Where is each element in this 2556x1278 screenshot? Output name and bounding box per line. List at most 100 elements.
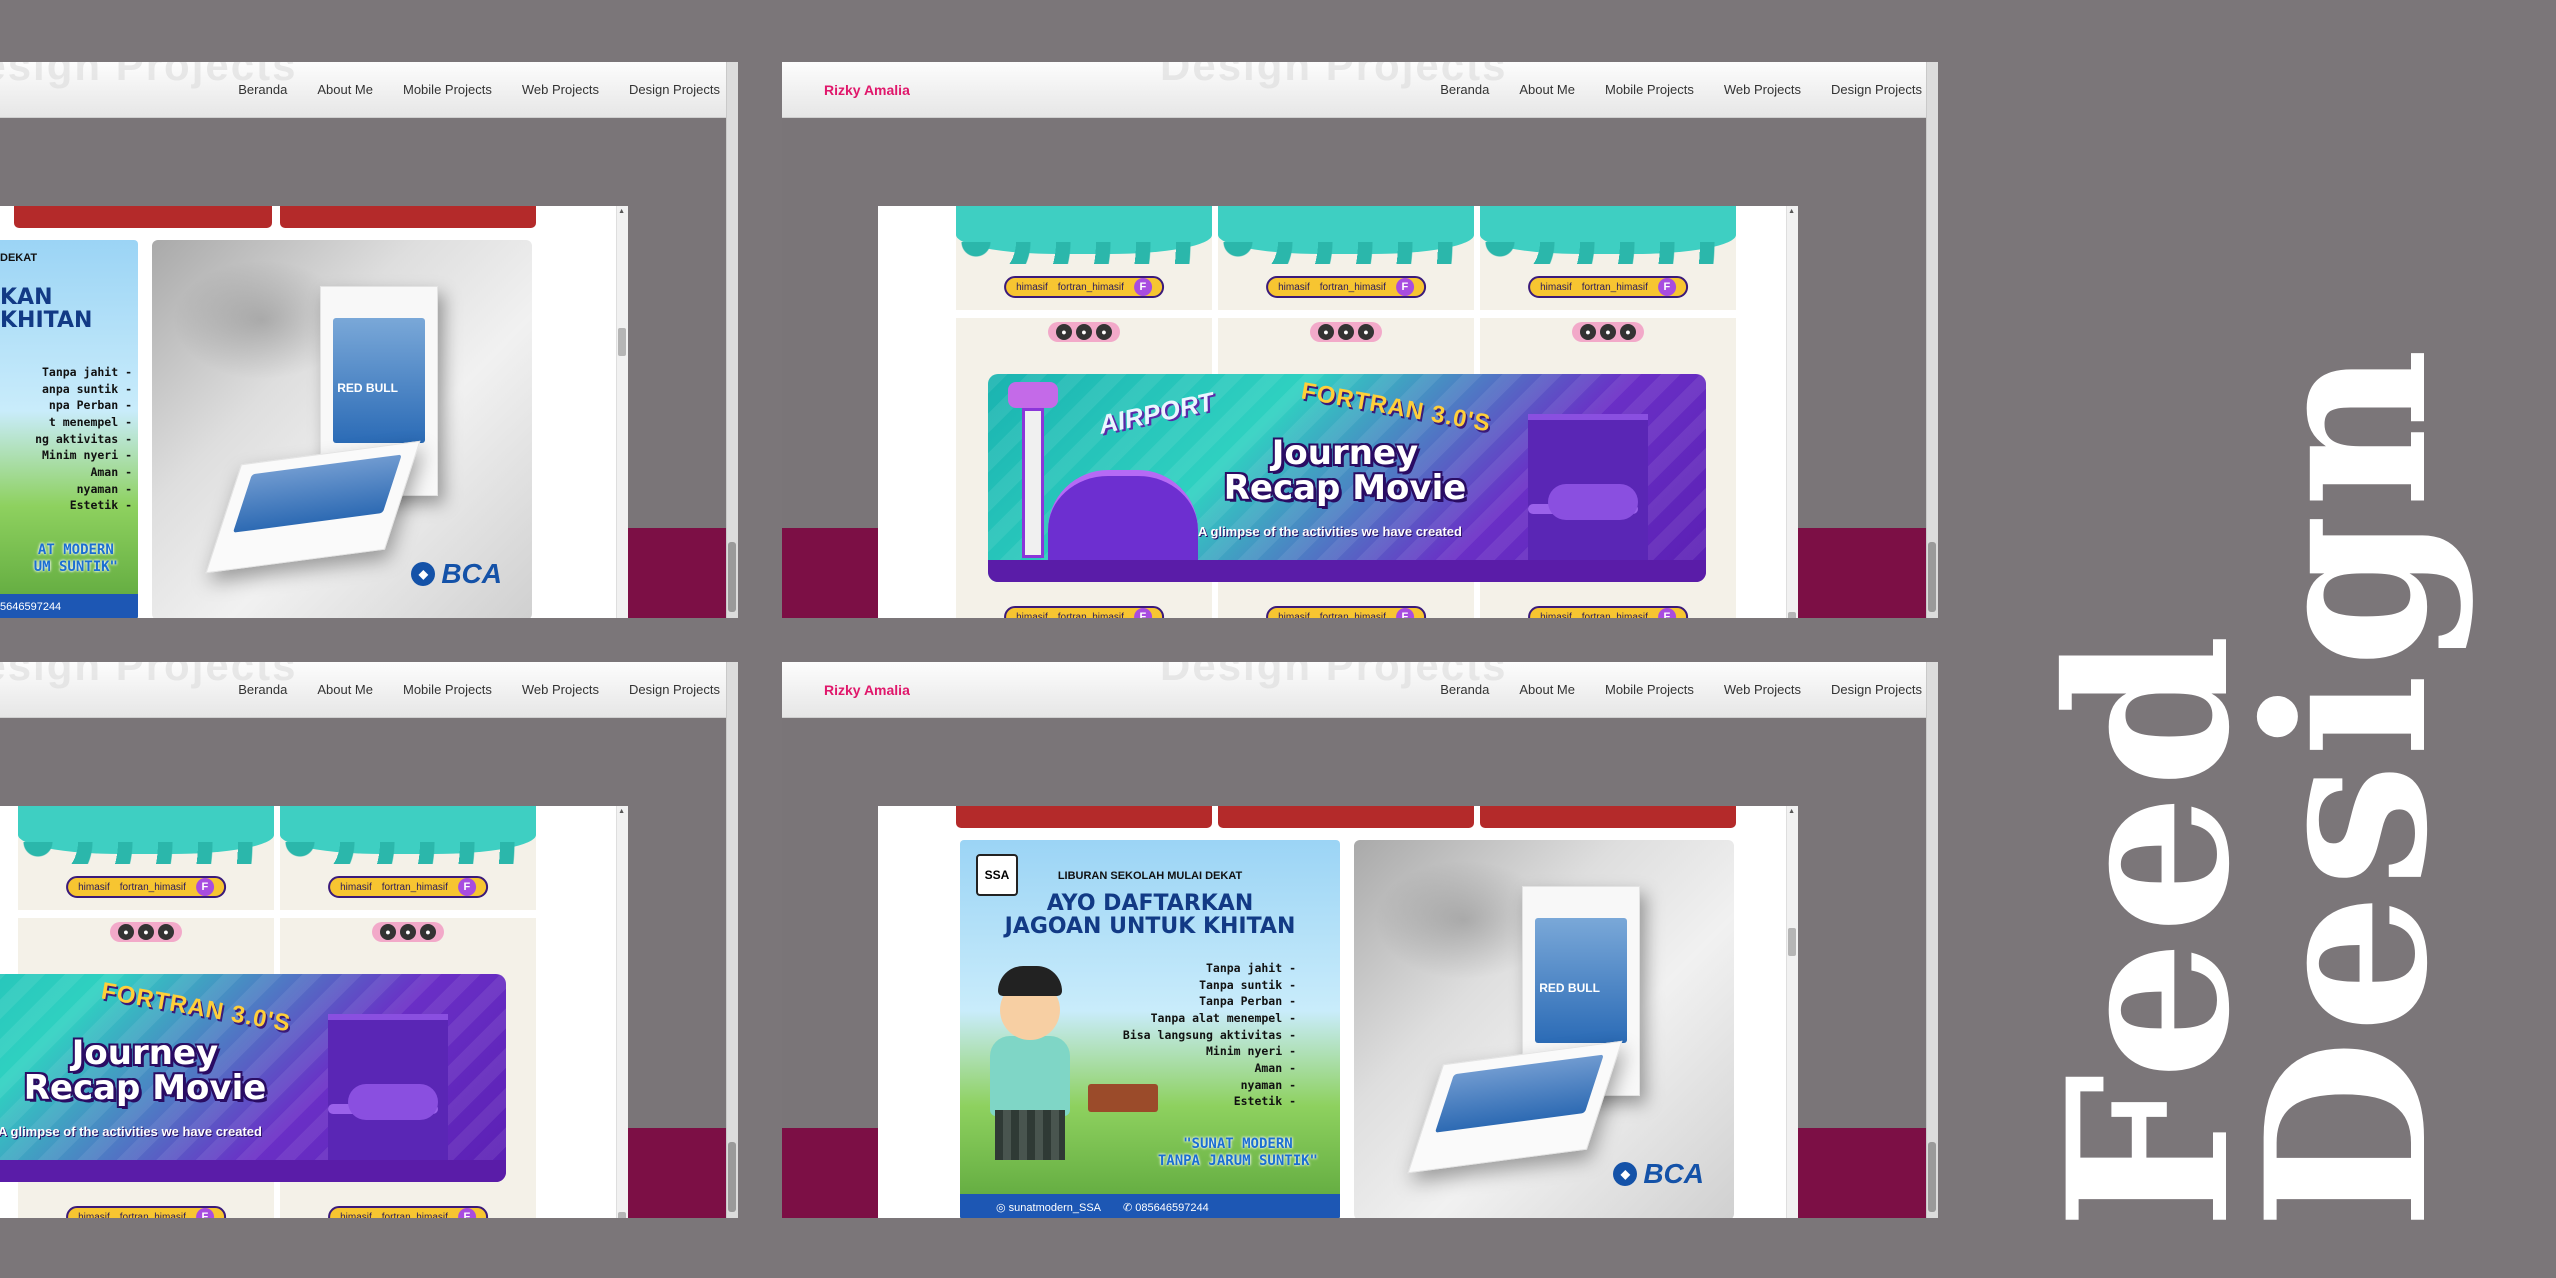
book-lying xyxy=(205,440,421,574)
nav-menu: Beranda About Me Mobile Projects Web Pro… xyxy=(1440,82,1922,97)
nav-design-projects[interactable]: Design Projects xyxy=(1831,82,1922,97)
fortran-grid: himasif fortran_himasif F himasif fortran_h… xyxy=(0,806,536,1218)
whatsapp-number: ✆ 085646597244 xyxy=(1123,1201,1209,1214)
red-tab xyxy=(956,806,1212,828)
nav-design-projects[interactable]: Design Projects xyxy=(1831,682,1922,697)
stage: SSA LIBURAN SEKOLAH MULAI DEKAT AYO DAFT… xyxy=(782,718,1938,1218)
scroll-thumb[interactable] xyxy=(618,328,626,356)
poster-footer: ◎ sunatmodern_SSA ✆ 085646597244 xyxy=(960,1194,1340,1218)
nav-beranda[interactable]: Beranda xyxy=(238,82,287,97)
frame-scrollbar[interactable]: ▲ ▼ xyxy=(616,206,628,618)
window-scroll-thumb[interactable] xyxy=(1928,1142,1936,1212)
frame-scrollbar[interactable]: ▲ ▼ xyxy=(616,806,628,1218)
window-scrollbar[interactable] xyxy=(1926,62,1938,618)
gallery-frame: DEKAT KAN KHITAN Tanpa jahit - anpa suntik… xyxy=(0,206,628,618)
nav-web-projects[interactable]: Web Projects xyxy=(1724,682,1801,697)
nav-beranda[interactable]: Beranda xyxy=(1440,682,1489,697)
nav-beranda[interactable]: Beranda xyxy=(1440,82,1489,97)
journey-title: Journey Recap Movie xyxy=(23,1033,267,1108)
nav-about-me[interactable]: About Me xyxy=(1519,682,1575,697)
nav-mobile-projects[interactable]: Mobile Projects xyxy=(1605,82,1694,97)
journey-title: Journey Recap Movie xyxy=(1223,433,1467,508)
handles-pill: himasif fortran_himasif F xyxy=(66,876,226,898)
journey-banner: FORTRAN 3.0'S Journey Recap Movie A glimp… xyxy=(0,974,506,1182)
nav-mobile-projects[interactable]: Mobile Projects xyxy=(403,82,492,97)
poster-features: Tanpa jahit - anpa suntik - npa Perban - t… xyxy=(35,365,132,513)
red-tab xyxy=(1218,806,1474,828)
nav-web-projects[interactable]: Web Projects xyxy=(522,82,599,97)
scroll-up-icon[interactable]: ▲ xyxy=(1788,808,1795,815)
title-line-design: Design xyxy=(2217,342,2476,1230)
org-logos: ● ● ● xyxy=(1572,322,1644,342)
handles-pill: himasif fortran_himasif F xyxy=(1528,276,1688,298)
org-logos: ● ● ● xyxy=(110,922,182,942)
scroll-up-icon[interactable]: ▲ xyxy=(1788,208,1795,215)
scroll-up-icon[interactable]: ▲ xyxy=(618,808,625,815)
nav-about-me[interactable]: About Me xyxy=(1519,82,1575,97)
frame-scrollbar[interactable]: ▲ ▼ xyxy=(1786,206,1798,618)
tile-top-3: himasif fortran_himasif F xyxy=(1480,206,1736,310)
nav-beranda[interactable]: Beranda xyxy=(238,682,287,697)
instagram-handle: ◎ sunatmodern_SSA xyxy=(996,1201,1101,1214)
tile-top-3: himasif fortran_himasif F xyxy=(280,806,536,910)
nav-web-projects[interactable]: Web Projects xyxy=(522,682,599,697)
navbar: Design Projects Beranda About Me Mobile … xyxy=(0,662,738,718)
scroll-thumb[interactable] xyxy=(1788,612,1796,618)
gallery-frame: himasif fortran_himasif F himasif fortran_h… xyxy=(878,206,1798,618)
journey-caption: A glimpse of the activities we have crea… xyxy=(0,1124,262,1139)
nav-mobile-projects[interactable]: Mobile Projects xyxy=(1605,682,1694,697)
poster-kicker: DEKAT xyxy=(0,252,38,264)
org-logos: ● ● ● xyxy=(1310,322,1382,342)
org-logos: ● ● ● xyxy=(1048,322,1120,342)
bca-mockup: RED BULL ◆ BCA xyxy=(152,240,532,618)
navbar: Design Projects Rizky Amalia Beranda Abo… xyxy=(782,662,1938,718)
navbar: Design Projects Rizky Amalia Beranda Abo… xyxy=(782,62,1938,118)
nav-design-projects[interactable]: Design Projects xyxy=(629,82,720,97)
brand-logo[interactable]: Rizky Amalia xyxy=(824,82,910,98)
window-scroll-thumb[interactable] xyxy=(1928,542,1936,612)
screenshot-bottom-left: Design Projects Beranda About Me Mobile … xyxy=(0,662,738,1218)
window-scrollbar[interactable] xyxy=(1926,662,1938,1218)
handles-pill: himasif fortran_himasif F xyxy=(328,876,488,898)
poster-footer: 5646597244 xyxy=(0,594,138,618)
book-lying xyxy=(1407,1040,1623,1174)
nav-mobile-projects[interactable]: Mobile Projects xyxy=(403,682,492,697)
handles-pill: himasif fortran_himasif F xyxy=(1528,606,1688,618)
handles-pill: himasif fortran_himasif F xyxy=(1004,606,1164,618)
feed-design-title: Feed Design xyxy=(2019,342,2476,1230)
khitan-poster: SSA LIBURAN SEKOLAH MULAI DEKAT AYO DAFT… xyxy=(960,840,1340,1218)
boy-illustration xyxy=(980,960,1080,1180)
nav-menu: Beranda About Me Mobile Projects Web Pro… xyxy=(238,682,720,697)
brand-logo[interactable]: Rizky Amalia xyxy=(824,682,910,698)
nav-about-me[interactable]: About Me xyxy=(317,682,373,697)
handles-pill: himasif fortran_himasif F xyxy=(328,1206,488,1218)
tile-top-2: himasif fortran_himasif F xyxy=(1218,206,1474,310)
poster-headline: AYO DAFTARKAN JAGOAN UNTUK KHITAN xyxy=(1004,891,1296,940)
journey-banner: AIRPORT FORTRAN 3.0'S Journey Recap Movie… xyxy=(988,374,1706,582)
tile-top-2: himasif fortran_himasif F xyxy=(18,806,274,910)
scroll-up-icon[interactable]: ▲ xyxy=(618,208,625,215)
handles-pill: himasif fortran_himasif F xyxy=(1004,276,1164,298)
gallery-frame: SSA LIBURAN SEKOLAH MULAI DEKAT AYO DAFT… xyxy=(878,806,1798,1218)
window-scrollbar[interactable] xyxy=(726,662,738,1218)
screenshot-top-right: Design Projects Rizky Amalia Beranda Abo… xyxy=(782,62,1938,618)
frame-scrollbar[interactable]: ▲ ▼ xyxy=(1786,806,1798,1218)
bca-mockup: RED BULL ◆ BCA xyxy=(1354,840,1734,1218)
scroll-thumb[interactable] xyxy=(1788,928,1796,956)
window-scroll-thumb[interactable] xyxy=(728,542,736,612)
handles-pill: himasif fortran_himasif F xyxy=(66,1206,226,1218)
nav-web-projects[interactable]: Web Projects xyxy=(1724,82,1801,97)
bca-logo: ◆ BCA xyxy=(1613,1158,1704,1190)
poster-tagline: AT MODERN UM SUNTIK" xyxy=(33,542,118,575)
journey-caption: A glimpse of the activities we have crea… xyxy=(1198,524,1462,539)
poster-tagline: "SUNAT MODERN TANPA JARUM SUNTIK" xyxy=(1157,1136,1318,1169)
stage: himasif fortran_himasif F himasif fortran_h… xyxy=(0,718,738,1218)
tile-top-1: himasif fortran_himasif F xyxy=(956,206,1212,310)
window-scroll-thumb[interactable] xyxy=(728,1142,736,1212)
nav-about-me[interactable]: About Me xyxy=(317,82,373,97)
scroll-thumb[interactable] xyxy=(618,1212,626,1218)
bench-illustration xyxy=(1088,1084,1158,1112)
window-scrollbar[interactable] xyxy=(726,62,738,618)
nav-design-projects[interactable]: Design Projects xyxy=(629,682,720,697)
bca-logo: ◆ BCA xyxy=(411,558,502,590)
